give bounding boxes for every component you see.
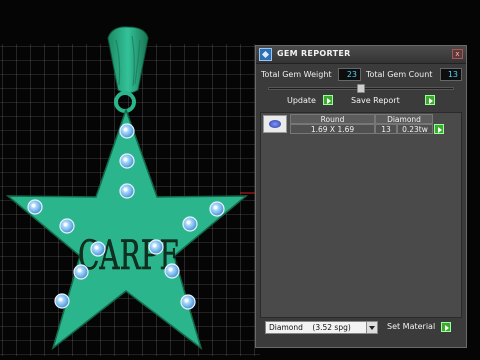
gem-highlight [213, 205, 218, 210]
round-gem [119, 153, 135, 169]
save-report-button[interactable] [425, 95, 435, 105]
gem-highlight [31, 203, 36, 208]
round-gem-icon [263, 115, 287, 133]
gem-weight-cell: 0.23tw [397, 124, 433, 134]
close-button[interactable]: x [452, 49, 463, 59]
round-gem [164, 263, 180, 279]
total-gem-weight-label: Total Gem Weight [261, 70, 332, 79]
round-gem [148, 239, 164, 255]
panel-title-bar[interactable]: GEM REPORTER x [256, 46, 466, 64]
save-report-button-label[interactable]: Save Report [351, 94, 400, 107]
gem-highlight [168, 267, 173, 272]
set-material-label[interactable]: Set Material [387, 322, 435, 331]
round-gem [73, 264, 89, 280]
update-button-label[interactable]: Update [287, 94, 316, 107]
round-gem [180, 294, 196, 310]
gem-count-cell: 13 [375, 124, 397, 134]
gem-highlight [186, 220, 191, 225]
round-gem [182, 216, 198, 232]
round-gem [119, 183, 135, 199]
gem-highlight [77, 268, 82, 273]
gem-size-cell: 1.69 X 1.69 [290, 124, 375, 134]
total-gem-count-value: 13 [440, 68, 462, 81]
gem-cut-header: Round [290, 114, 375, 124]
gem-list-row[interactable]: Round Diamond 1.69 X 1.69 13 0.23tw [261, 113, 461, 135]
gem-highlight [184, 298, 189, 303]
gem-highlight [123, 157, 128, 162]
round-gem [119, 123, 135, 139]
gem-row-go-button[interactable] [434, 124, 444, 134]
round-gem [54, 293, 70, 309]
round-gem [27, 199, 43, 215]
material-selected-value: Diamond (3.52 spg) [269, 323, 351, 332]
chevron-down-icon[interactable] [366, 322, 377, 333]
weight-slider-thumb[interactable] [357, 84, 365, 93]
material-dropdown[interactable]: Diamond (3.52 spg) [265, 321, 378, 334]
gem-list: Round Diamond 1.69 X 1.69 13 0.23tw [260, 112, 462, 318]
gem-highlight [63, 222, 68, 227]
round-gem [90, 241, 106, 257]
total-gem-weight-value: 23 [338, 68, 361, 81]
gem-reporter-panel: GEM REPORTER x Total Gem Weight 23 Total… [255, 45, 467, 348]
update-button[interactable] [323, 95, 333, 105]
gem-highlight [58, 297, 63, 302]
round-gem [59, 218, 75, 234]
round-gem [209, 201, 225, 217]
panel-title: GEM REPORTER [277, 49, 351, 58]
gem-type-header: Diamond [375, 114, 433, 124]
total-gem-count-label: Total Gem Count [366, 70, 433, 79]
gem-highlight [123, 127, 128, 132]
gem-reporter-icon [259, 48, 272, 61]
gem-highlight [152, 243, 157, 248]
set-material-button[interactable] [441, 322, 451, 332]
gem-highlight [94, 245, 99, 250]
gem-highlight [123, 187, 128, 192]
